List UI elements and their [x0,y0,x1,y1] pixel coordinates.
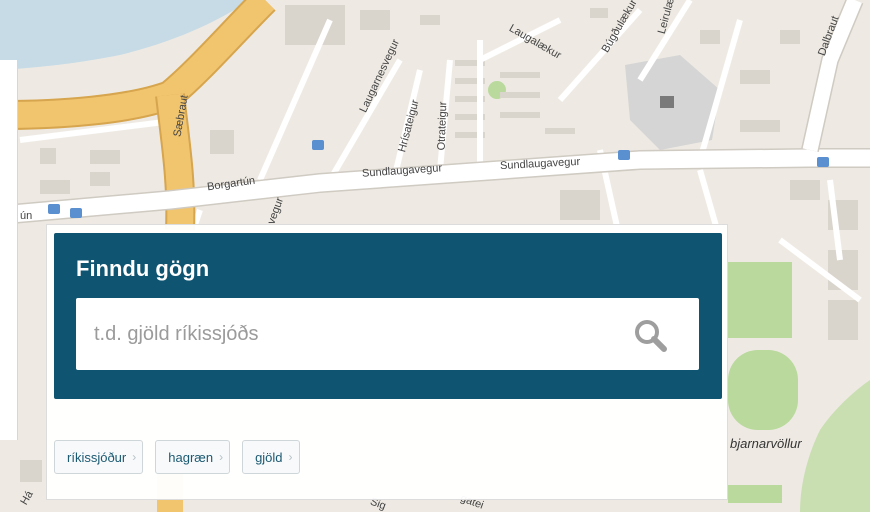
tag-hagraen[interactable]: hagræn › [155,440,231,474]
street-label: ún [20,210,33,222]
tag-label: hagræn [168,449,214,465]
tag-label: ríkissjóður [67,449,127,465]
tag-gjold[interactable]: gjöld › [242,440,300,474]
search-button[interactable] [630,316,676,356]
search-input[interactable] [76,298,699,370]
field-1 [728,262,792,338]
tag-label: gjöld [255,449,283,465]
left-sidebar-edge [0,60,18,440]
tag-rikissjodur[interactable]: ríkissjóður › [54,440,144,474]
chevron-right-icon: › [219,450,224,464]
chevron-right-icon: › [132,450,137,464]
magnifier-icon [635,320,667,352]
finder-title: Finndu gögn [76,256,210,281]
field-2 [728,350,798,430]
tag-list: ríkissjóður › hagræn › gjöld › [54,440,300,474]
chevron-right-icon: › [288,450,293,464]
field-3 [728,485,782,503]
street-label: Otrateigur [435,101,450,151]
school-icon [660,96,674,108]
place-label: bjarnarvöllur [730,436,802,451]
